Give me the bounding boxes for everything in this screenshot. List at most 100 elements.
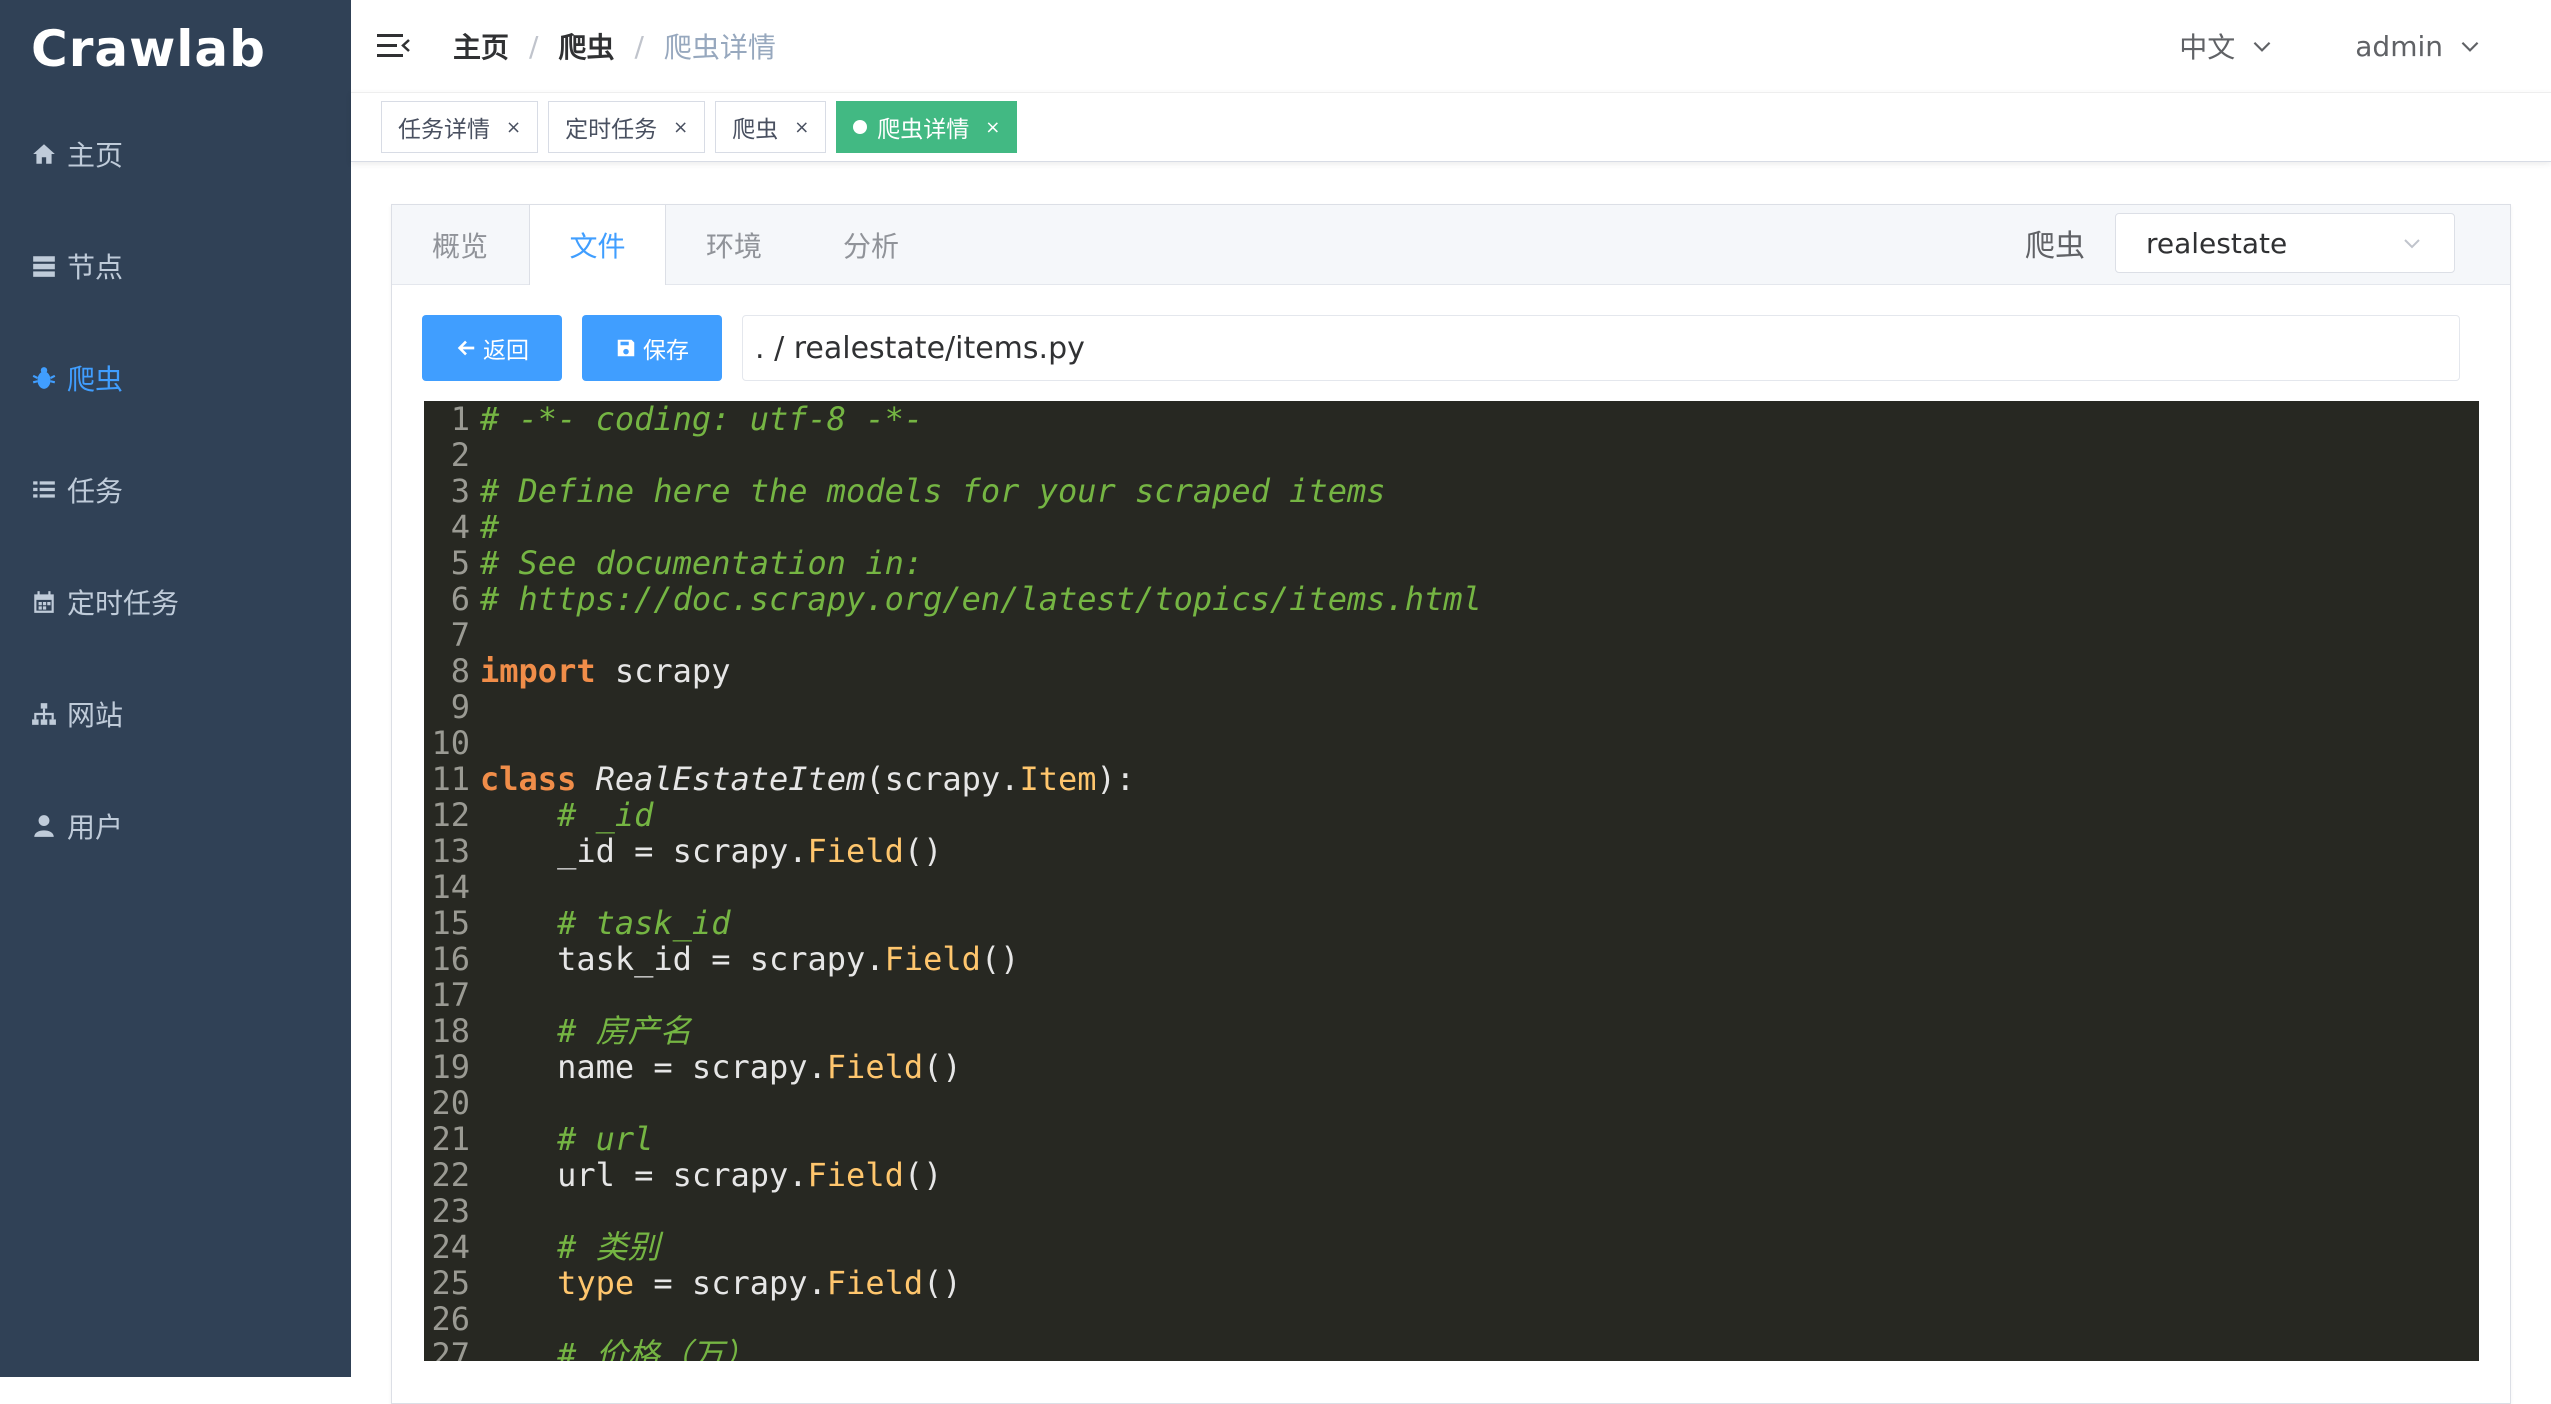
tag-2[interactable]: 爬虫 × [715, 101, 827, 153]
code-line: 3 # Define here the models for your scrap… [424, 473, 2479, 509]
language-label: 中文 [2179, 31, 2236, 64]
code-line: 10 [424, 725, 2479, 761]
code-content: # [480, 509, 499, 545]
code-token: Field [826, 1048, 924, 1086]
sidebar-item-0[interactable]: 主页 [0, 98, 351, 210]
line-number: 18 [431, 1012, 470, 1050]
tags-view: 任务详情 × 定时任务 × 爬虫 × 爬虫详情 × [351, 92, 2551, 162]
line-number: 2 [450, 436, 470, 474]
sidebar-item-2[interactable]: 爬虫 [0, 322, 351, 434]
sidebar-item-label: 网站 [67, 699, 124, 732]
code-token: Field [826, 1264, 924, 1302]
close-icon[interactable]: × [794, 117, 809, 138]
code-token: import [480, 652, 596, 690]
breadcrumb-home[interactable]: 主页 [453, 26, 509, 66]
line-number: 10 [431, 724, 470, 762]
save-button[interactable]: 保存 [582, 315, 722, 381]
code-content: # -*- coding: utf-8 -*- [480, 401, 923, 437]
line-number: 22 [431, 1156, 470, 1194]
sidebar-item-3[interactable]: 任务 [0, 434, 351, 546]
tab-0[interactable]: 概览 [392, 205, 529, 284]
close-icon[interactable]: × [506, 117, 521, 138]
code-token: task_id = scrapy. [480, 940, 885, 978]
code-token: # _id [557, 796, 654, 834]
code-line: 17 [424, 977, 2479, 1013]
line-number: 20 [431, 1084, 470, 1122]
tag-0[interactable]: 任务详情 × [381, 101, 539, 153]
tab-1[interactable]: 文件 [529, 205, 666, 285]
file-toolbar: 返回 保存 . / realestate/items.py [422, 315, 2460, 381]
breadcrumb-spiders[interactable]: 爬虫 [558, 26, 614, 66]
code-content: type = scrapy.Field() [480, 1265, 962, 1301]
sidebar-item-1[interactable]: 节点 [0, 210, 351, 322]
sidebar-item-5[interactable]: 网站 [0, 658, 351, 770]
tab-2[interactable]: 环境 [666, 205, 803, 284]
close-icon[interactable]: × [985, 117, 1000, 138]
code-line: 24 # 类别 [424, 1229, 2479, 1265]
code-content: class RealEstateItem(scrapy.Item): [480, 761, 1135, 797]
language-dropdown[interactable]: 中文 [2179, 26, 2275, 66]
code-token: = scrapy. [634, 1264, 827, 1302]
line-number: 12 [431, 796, 470, 834]
code-token: # -*- coding: utf-8 -*- [480, 401, 924, 438]
line-number: 17 [431, 976, 470, 1014]
back-button[interactable]: 返回 [422, 315, 562, 381]
spider-select[interactable]: realestate [2115, 213, 2455, 273]
code-line: 13 _id = scrapy.Field() [424, 833, 2479, 869]
code-line: 25 type = scrapy.Field() [424, 1265, 2479, 1301]
user-dropdown[interactable]: admin [2355, 30, 2483, 63]
tag-label: 爬虫 [732, 117, 779, 143]
tag-1[interactable]: 定时任务 × [548, 101, 706, 153]
tag-3[interactable]: 爬虫详情 × [836, 101, 1018, 153]
code-token: # [480, 508, 500, 546]
code-line: 8 import scrapy [424, 653, 2479, 689]
code-line: 5 # See documentation in: [424, 545, 2479, 581]
code-line: 2 [424, 437, 2479, 473]
sidebar-item-4[interactable]: 定时任务 [0, 546, 351, 658]
code-token: () [980, 940, 1020, 978]
code-token: scrapy [595, 652, 731, 690]
sidebar-item-6[interactable]: 用户 [0, 770, 351, 882]
code-token: # 房产名 [557, 1012, 692, 1050]
code-content: # 价格（万） [480, 1337, 756, 1361]
tab-3[interactable]: 分析 [803, 205, 940, 284]
code-line: 27 # 价格（万） [424, 1337, 2479, 1361]
code-content: url = scrapy.Field() [480, 1157, 942, 1193]
code-content: # https://doc.scrapy.org/en/latest/topic… [480, 581, 1482, 617]
sitemap-icon [32, 703, 56, 725]
file-path-field[interactable]: . / realestate/items.py [742, 315, 2460, 381]
line-number: 5 [450, 544, 470, 582]
code-token: Field [807, 1156, 904, 1194]
save-icon [617, 339, 635, 357]
code-token: () [923, 1264, 962, 1302]
hamburger-icon[interactable] [375, 28, 411, 64]
code-line: 26 [424, 1301, 2479, 1337]
sidebar-item-label: 节点 [67, 251, 124, 284]
code-line: 21 # url [424, 1121, 2479, 1157]
code-editor[interactable]: 1 # -*- coding: utf-8 -*- 2 3 # Define here … [424, 401, 2479, 1361]
sidebar: Crawlab 主页 节点 爬虫 任务 定时任务 网站 用户 [0, 0, 351, 1377]
line-number: 13 [431, 832, 470, 870]
line-number: 6 [450, 580, 470, 618]
tab-list: 概览 文件 环境 分析 [392, 205, 940, 285]
list-icon [33, 481, 55, 498]
code-line: 20 [424, 1085, 2479, 1121]
close-icon[interactable]: × [673, 117, 688, 138]
line-number: 23 [431, 1192, 470, 1230]
code-line: 16 task_id = scrapy.Field() [424, 941, 2479, 977]
code-token: # See documentation in: [480, 544, 924, 582]
top-header: 主页 / 爬虫 / 爬虫详情 中文 admin [351, 0, 2551, 92]
bug-icon [32, 367, 56, 389]
line-number: 8 [450, 652, 470, 690]
code-line: 9 [424, 689, 2479, 725]
code-token: () [923, 1048, 962, 1086]
username-label: admin [2355, 29, 2443, 63]
code-line: 15 # task_id [424, 905, 2479, 941]
